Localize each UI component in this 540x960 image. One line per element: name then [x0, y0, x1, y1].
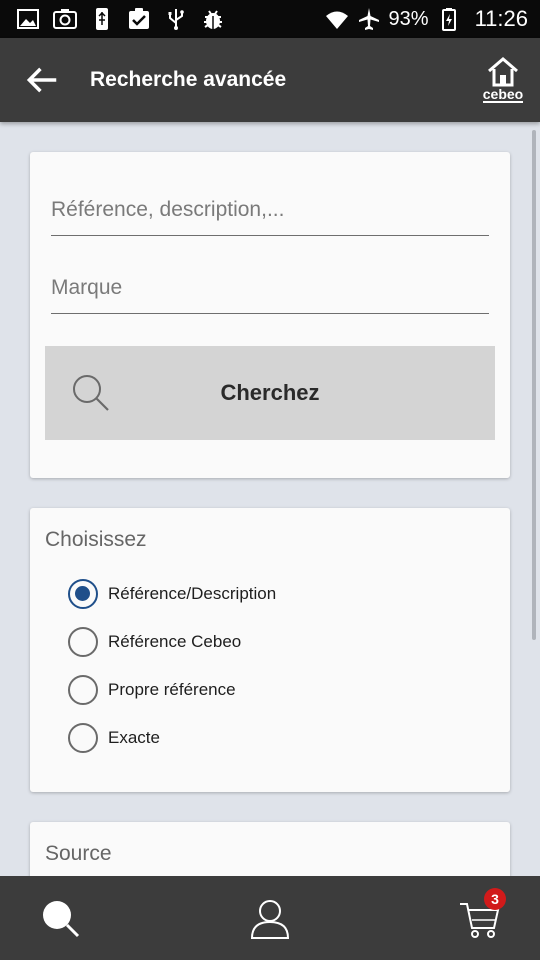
nav-search-button[interactable] — [38, 896, 82, 940]
bug-icon — [201, 7, 225, 31]
search-icon — [43, 901, 80, 938]
notification-icons — [16, 7, 225, 31]
usb-symbol-icon — [164, 7, 188, 31]
reference-field[interactable] — [51, 184, 489, 236]
user-icon — [250, 900, 290, 939]
radio-label: Exacte — [108, 728, 160, 747]
status-bar: 93% 11:26 — [0, 0, 540, 38]
radio-label: Référence Cebeo — [108, 632, 242, 651]
camera-icon — [53, 7, 77, 31]
radio-button[interactable] — [68, 723, 98, 753]
nav-cart-button[interactable]: 3 — [458, 888, 506, 940]
status-time: 11:26 — [474, 6, 528, 31]
page-title: Recherche avancée — [90, 68, 287, 91]
arrow-left-icon — [26, 67, 57, 93]
radio-button[interactable] — [68, 627, 98, 657]
wifi-icon — [325, 7, 349, 31]
radio-option-own-reference[interactable]: Propre référence — [68, 675, 236, 705]
back-button[interactable] — [0, 38, 84, 122]
search-type-heading: Choisissez — [45, 528, 147, 551]
image-icon — [16, 7, 40, 31]
radio-label: Référence/Description — [108, 584, 277, 603]
search-card: Cherchez — [30, 152, 510, 478]
source-card: Source — [30, 822, 510, 876]
radio-button-checked[interactable] — [68, 579, 98, 609]
airplane-mode-icon — [357, 7, 381, 31]
search-icon — [73, 375, 109, 411]
clipboard-check-icon — [127, 7, 151, 31]
logo-text: cebeo — [482, 86, 524, 103]
source-heading: Source — [45, 842, 112, 865]
home-icon — [488, 57, 518, 87]
system-status: 93% 11:26 — [325, 6, 528, 32]
nav-account-button[interactable] — [248, 896, 292, 940]
usb-icon — [90, 7, 114, 31]
battery-charging-icon — [437, 7, 461, 31]
search-button[interactable]: Cherchez — [45, 346, 495, 440]
cebeo-home-logo[interactable]: cebeo — [478, 57, 528, 103]
bottom-navigation: 3 — [0, 876, 540, 960]
radio-option-reference-description[interactable]: Référence/Description — [68, 579, 276, 609]
main-content[interactable]: Cherchez Choisissez Référence/Descriptio… — [0, 122, 540, 876]
radio-option-reference-cebeo[interactable]: Référence Cebeo — [68, 627, 241, 657]
brand-input[interactable] — [51, 275, 489, 300]
cart-count-badge: 3 — [484, 888, 506, 910]
battery-percent: 93% — [388, 7, 429, 30]
radio-option-exact[interactable]: Exacte — [68, 723, 160, 753]
radio-button[interactable] — [68, 675, 98, 705]
radio-label: Propre référence — [108, 680, 236, 699]
search-type-card: Choisissez Référence/Description Référen… — [30, 508, 510, 792]
brand-field[interactable] — [51, 262, 489, 314]
search-button-label: Cherchez — [220, 380, 320, 405]
app-bar: Recherche avancée cebeo — [0, 38, 540, 122]
reference-input[interactable] — [51, 197, 489, 222]
scrollbar[interactable] — [532, 130, 536, 640]
